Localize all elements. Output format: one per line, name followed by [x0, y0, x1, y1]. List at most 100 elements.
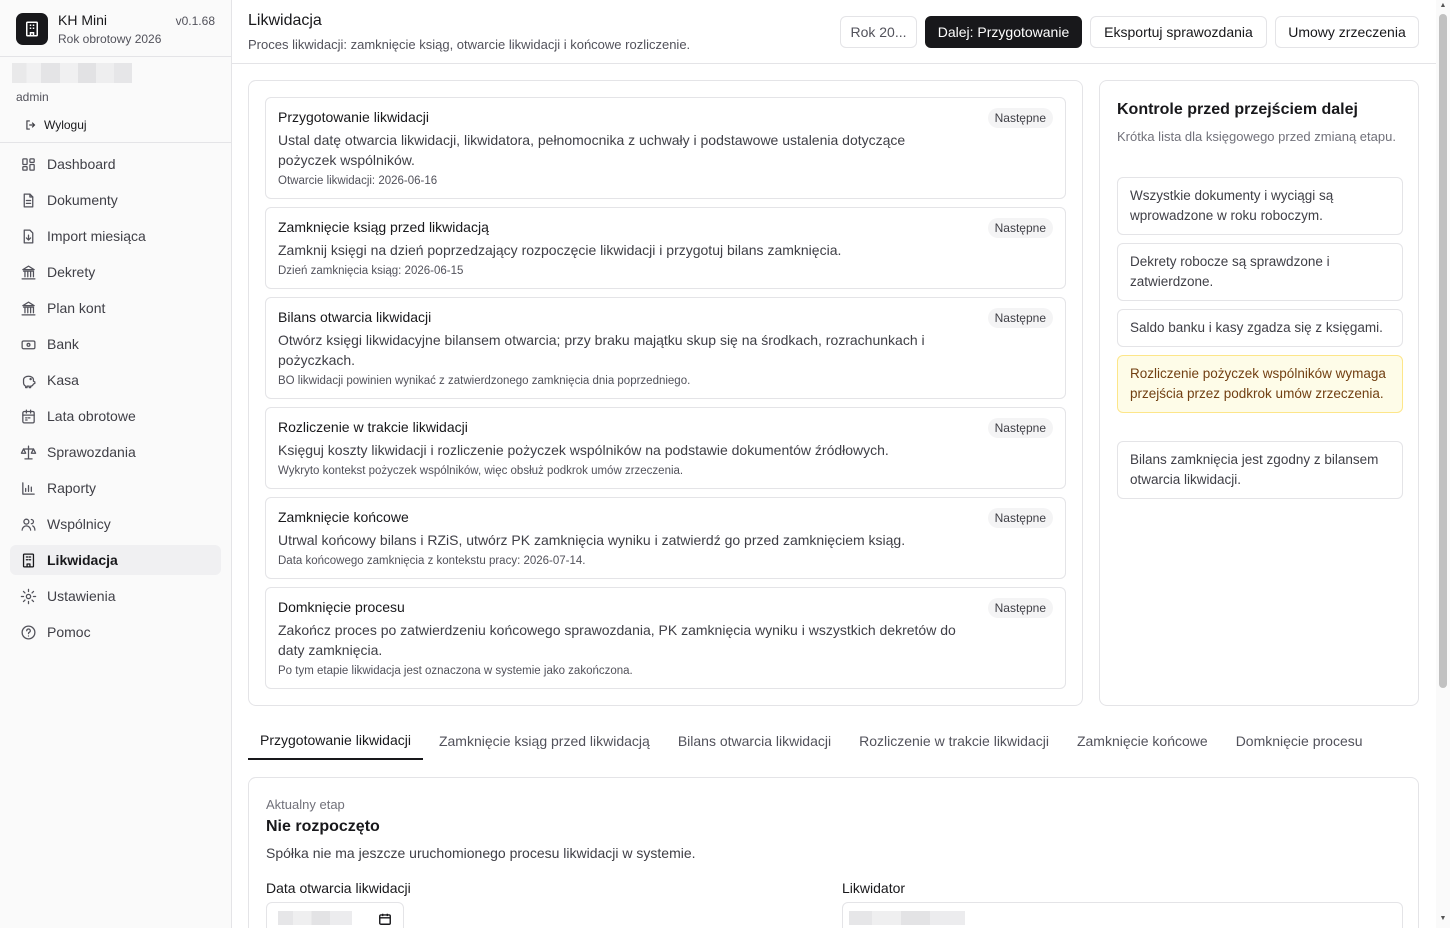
step-title: Rozliczenie w trakcie likwidacji [278, 419, 468, 435]
page-description: Proces likwidacji: zamknięcie ksiąg, otw… [248, 37, 691, 52]
status-badge: Następne [987, 508, 1053, 528]
sidebar-item-label: Wspólnicy [47, 516, 111, 532]
step-description: Zakończ proces po zatwierdzeniu końcoweg… [278, 622, 956, 658]
year-select[interactable]: Rok 20... [840, 16, 917, 48]
step-meta: Po tym etapie likwidacja jest oznaczona … [278, 665, 633, 677]
sidebar-item-lata-obrotowe[interactable]: Lata obrotowe [10, 401, 221, 431]
logout-icon [26, 120, 36, 130]
sidebar-item-label: Ustawienia [47, 588, 116, 604]
sidebar-nav: Dashboard Dokumenty Import miesiąca Dekrety… [0, 143, 231, 647]
tab-stage-2[interactable]: Zamknięcie ksiąg przed likwidacją [427, 722, 662, 760]
checks-card: Kontrole przed przejściem dalej Krótka l… [1099, 80, 1419, 706]
current-stage-value: Nie rozpoczęto [266, 818, 380, 835]
waiver-agreements-button[interactable]: Umowy zrzeczenia [1275, 16, 1419, 48]
scroll-up-icon[interactable]: ▲ [1439, 2, 1447, 10]
opening-date-input[interactable] [266, 902, 404, 928]
step-item: Domknięcie procesu Następne Zakończ proces… [265, 587, 1066, 689]
sidebar-item-likwidacja[interactable]: Likwidacja [10, 545, 221, 575]
sidebar-item-label: Dashboard [47, 156, 116, 172]
step-item: Rozliczenie w trakcie likwidacji Następne… [265, 407, 1066, 489]
current-stage-label: Aktualny etap [266, 797, 345, 812]
tab-stage-4[interactable]: Rozliczenie w trakcie likwidacji [847, 722, 1061, 760]
user-box: admin Wyloguj [0, 57, 231, 143]
sidebar-item-pomoc[interactable]: Pomoc [10, 617, 221, 647]
page-scrollbar[interactable]: ▲ ▼ [1436, 0, 1450, 928]
sidebar-item-label: Raporty [47, 480, 97, 496]
step-meta: BO likwidacji powinien wynikać z zatwier… [278, 375, 691, 387]
step-title: Domknięcie procesu [278, 599, 405, 615]
sidebar-item-label: Dokumenty [47, 192, 118, 208]
gear-icon [20, 588, 37, 605]
status-badge: Następne [987, 418, 1053, 438]
sidebar-item-dokumenty[interactable]: Dokumenty [10, 185, 221, 215]
tab-stage-3[interactable]: Bilans otwarcia likwidacji [666, 722, 843, 760]
step-title: Przygotowanie likwidacji [278, 109, 429, 125]
sidebar-item-raporty[interactable]: Raporty [10, 473, 221, 503]
steps-card: Przygotowanie likwidacji Następne Ustal da… [248, 80, 1083, 706]
sidebar-item-ustawienia[interactable]: Ustawienia [10, 581, 221, 611]
check-item: Saldo banku i kasy zgadza się z księgami… [1117, 309, 1403, 347]
status-badge: Następne [987, 308, 1053, 328]
scroll-down-icon[interactable]: ▼ [1439, 915, 1447, 923]
app-name: KH Mini [58, 12, 108, 28]
sidebar-item-dekrety[interactable]: Dekrety [10, 257, 221, 287]
sidebar-item-label: Import miesiąca [47, 228, 146, 244]
sidebar-item-label: Sprawozdania [47, 444, 136, 460]
status-badge: Następne [987, 218, 1053, 238]
calendar-icon[interactable] [378, 912, 392, 926]
sidebar-item-bank[interactable]: Bank [10, 329, 221, 359]
tab-stage-5[interactable]: Zamknięcie końcowe [1065, 722, 1220, 760]
logout-label: Wyloguj [44, 118, 87, 132]
step-item: Przygotowanie likwidacji Następne Ustal da… [265, 97, 1066, 199]
step-title: Bilans otwarcia likwidacji [278, 309, 432, 325]
sidebar-item-label: Pomoc [47, 624, 91, 640]
page-title: Likwidacja [248, 12, 322, 29]
dashboard-icon [20, 156, 37, 173]
brand-header: KH Mini Rok obrotowy 2026 v0.1.68 [0, 0, 231, 57]
check-item: Bilans zamknięcia jest zgodny z bilansem… [1117, 441, 1403, 499]
sidebar-item-import-miesiąca[interactable]: Import miesiąca [10, 221, 221, 251]
users-icon [20, 516, 37, 533]
date-value-redacted [278, 911, 352, 925]
scale-icon [20, 444, 37, 461]
liquidator-input[interactable] [842, 902, 1403, 928]
next-step-button[interactable]: Dalej: Przygotowanie [925, 16, 1082, 48]
step-meta: Dzień zamknięcia ksiąg: 2026-06-15 [278, 265, 464, 277]
export-reports-button[interactable]: Eksportuj sprawozdania [1090, 16, 1267, 48]
sidebar-item-plan-kont[interactable]: Plan kont [10, 293, 221, 323]
tab-stage-1[interactable]: Przygotowanie likwidacji [248, 722, 423, 760]
tab-stage-6[interactable]: Domknięcie procesu [1224, 722, 1375, 760]
calendar-icon [20, 408, 37, 425]
sidebar-item-label: Likwidacja [47, 552, 118, 568]
check-item: Dekrety robocze są sprawdzone i zatwierd… [1117, 243, 1403, 301]
help-icon [20, 624, 37, 641]
sidebar-item-sprawozdania[interactable]: Sprawozdania [10, 437, 221, 467]
logout-button[interactable]: Wyloguj [24, 118, 219, 132]
check-item-warning: Rozliczenie pożyczek wspólników wymaga p… [1117, 355, 1403, 413]
step-item: Zamknięcie ksiąg przed likwidacją Następn… [265, 207, 1066, 289]
document-icon [20, 192, 37, 209]
step-item: Bilans otwarcia likwidacji Następne Otwórz… [265, 297, 1066, 399]
check-item: Wszystkie dokumenty i wyciągi są wprowad… [1117, 177, 1403, 235]
scroll-thumb[interactable] [1439, 14, 1447, 688]
bar-chart-icon [20, 480, 37, 497]
sidebar-item-kasa[interactable]: Kasa [10, 365, 221, 395]
checks-title: Kontrole przed przejściem dalej [1117, 101, 1358, 118]
sidebar-item-label: Bank [47, 336, 79, 352]
current-stage-description: Spółka nie ma jeszcze uruchomionego proc… [266, 845, 696, 861]
landmark-icon [20, 300, 37, 317]
step-meta: Wykryto kontekst pożyczek wspólników, wi… [278, 465, 684, 477]
sidebar-item-wspólnicy[interactable]: Wspólnicy [10, 509, 221, 539]
status-badge: Następne [987, 598, 1053, 618]
sidebar-item-label: Lata obrotowe [47, 408, 136, 424]
step-title: Zamknięcie ksiąg przed likwidacją [278, 219, 489, 235]
opening-date-label: Data otwarcia likwidacji [266, 880, 411, 896]
liquidator-value-redacted [849, 911, 965, 925]
step-item: Zamknięcie końcowe Następne Utrwal końcowy… [265, 497, 1066, 579]
current-stage-panel: Aktualny etap Nie rozpoczęto Spółka nie … [248, 777, 1419, 928]
app-version: v0.1.68 [175, 14, 215, 28]
step-description: Zamknij księgi na dzień poprzedzający ro… [278, 242, 842, 258]
step-description: Otwórz księgi likwidacyjne bilansem otwa… [278, 332, 925, 368]
sidebar-item-dashboard[interactable]: Dashboard [10, 149, 221, 179]
banknote-icon [20, 336, 37, 353]
